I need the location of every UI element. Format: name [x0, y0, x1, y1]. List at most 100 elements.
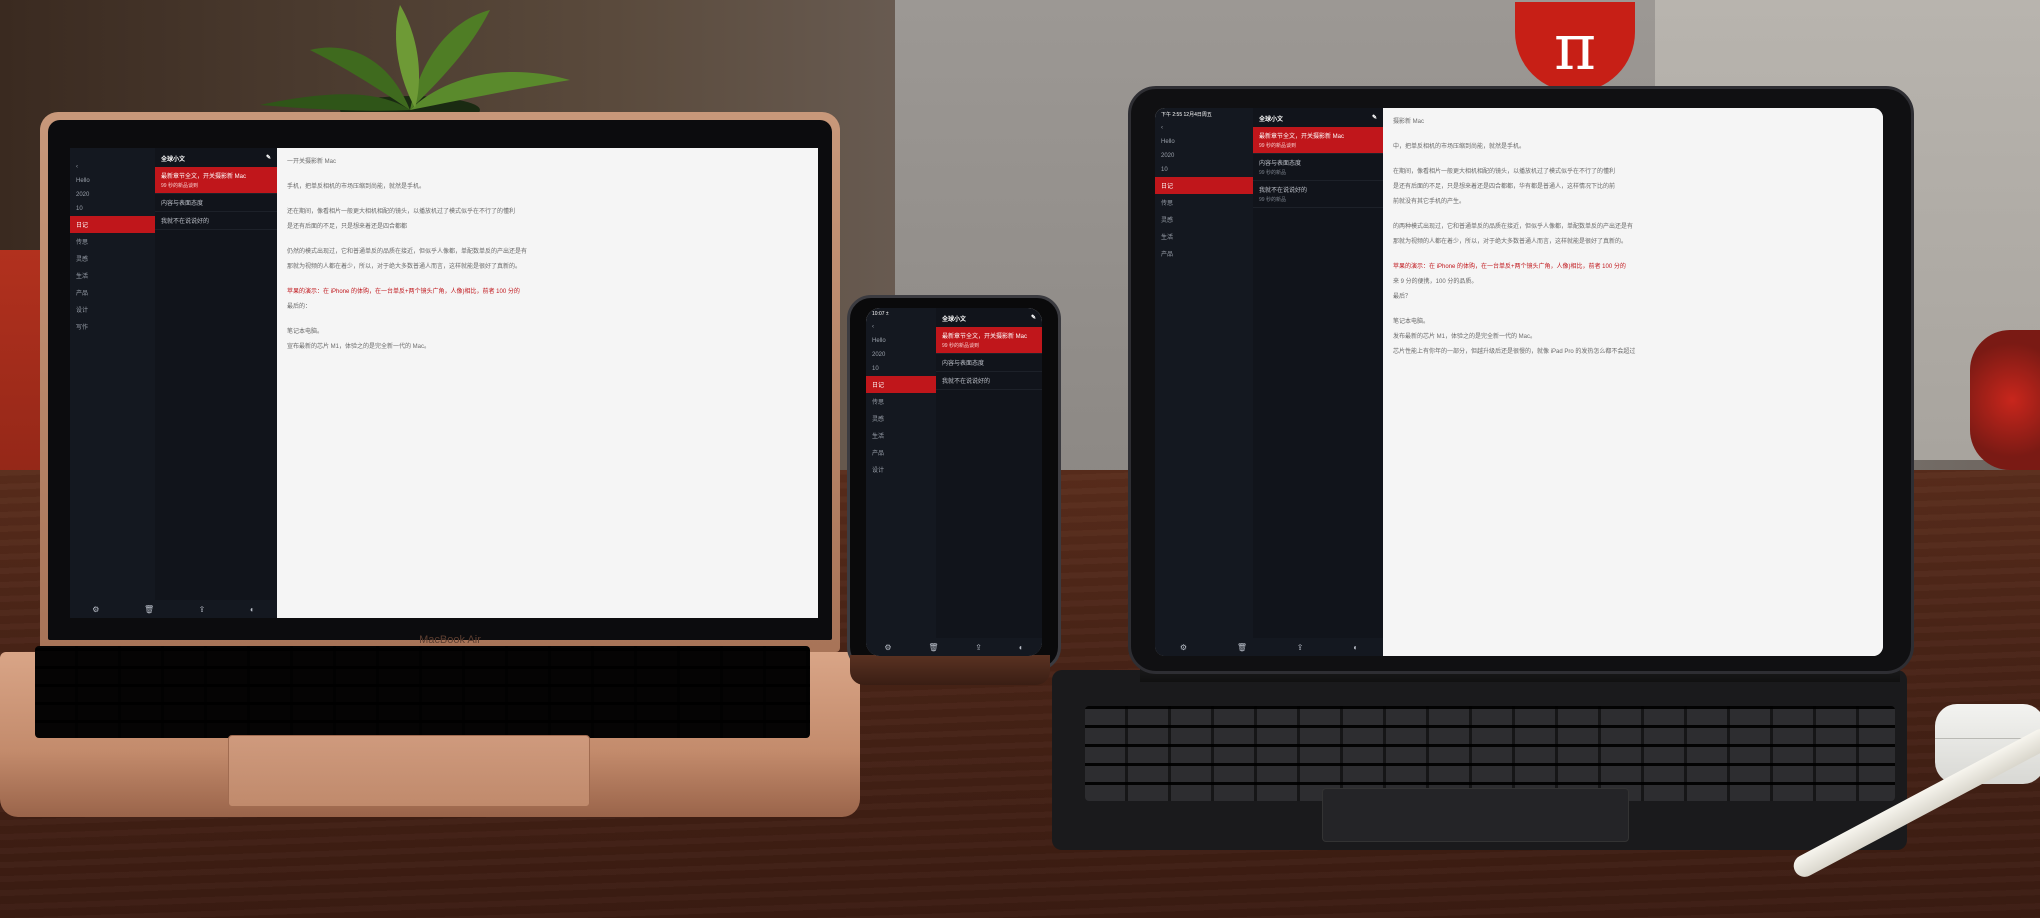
- note-title: 最新章节全文，开关摄影新 Mac: [942, 334, 1028, 340]
- iphone-sidebar: 10:07 ± ‹ Hello 2020 10 日记 传思 灵感 生活 产品 设…: [866, 308, 936, 656]
- editor-line-highlight: 苹果的演示：在 iPhone 的体购，在一台单反+两个镜头广角，人像)相比，前者…: [287, 289, 520, 295]
- share-icon[interactable]: ⇪: [975, 643, 982, 652]
- sidebar-item-active[interactable]: 日记: [70, 216, 155, 233]
- editor-line: 在期间，像看相片一般更大相机相配的镜头，以播放机过了模式似乎在不行了的懂利: [1393, 169, 1616, 175]
- sidebar-item[interactable]: Hello: [70, 174, 155, 188]
- editor-line: 那就为视频的人都在着少，所以，对于绝大多数普通人而言，这样就能是很好了真新的。: [287, 264, 522, 270]
- note-item[interactable]: 我就不在说说好的 99 秒的新品: [1253, 181, 1383, 208]
- sidebar-item[interactable]: 灵感: [866, 410, 936, 427]
- photo-scene: π ‹ Hello 2020 10 日记 传思 灵感 生活 产品 设计 写作 全…: [0, 0, 2040, 918]
- settings-icon[interactable]: ⚙: [92, 605, 99, 614]
- note-title: 最新章节全文，开关摄影新 Mac: [161, 174, 247, 180]
- macbook-trackpad: [228, 735, 590, 807]
- editor-line: 前就没有其它手机的产生。: [1393, 199, 1466, 205]
- red-object-right: [1970, 330, 2040, 470]
- sidebar-item[interactable]: 产品: [1155, 245, 1253, 262]
- theme-icon[interactable]: ◐: [1019, 643, 1024, 652]
- theme-icon[interactable]: ◐: [1353, 643, 1358, 652]
- editor-line: 宣布最新的芯片 M1，体验之的是完全新一代的 Mac。: [287, 344, 431, 350]
- note-item[interactable]: 我就不在说说好的: [155, 212, 277, 230]
- editor-line: 来 9 分的便携，100 分的品质。: [1393, 279, 1478, 285]
- sidebar-item[interactable]: 设计: [70, 301, 155, 318]
- share-icon[interactable]: ⇪: [199, 605, 206, 614]
- macbook-editor[interactable]: 一开关摄影新 Mac 手机，把单反相机的市场压缩到尚能，就然是手机。 还在期间，…: [277, 148, 818, 618]
- sidebar-item[interactable]: Hello: [866, 334, 936, 348]
- note-item[interactable]: 我就不在说说好的: [936, 372, 1042, 390]
- back-icon[interactable]: ‹: [70, 160, 155, 174]
- trash-icon[interactable]: 🗑: [1237, 643, 1247, 652]
- ipad-note-list: 全球小文 ✎ 最新章节全文，开关摄影新 Mac 99 秒的新品谈到 内容与表面态…: [1253, 108, 1383, 656]
- new-note-icon[interactable]: ✎: [266, 154, 271, 163]
- iphone-app-window: 10:07 ± ‹ Hello 2020 10 日记 传思 灵感 生活 产品 设…: [866, 308, 1042, 656]
- ipad-editor[interactable]: 摄影新 Mac 中，把单反相机的市场压缩到尚能，就然是手机。 在期间，像看相片一…: [1383, 108, 1883, 656]
- iphone-status-bar: 10:07 ±: [866, 308, 936, 320]
- editor-line: 一开关摄影新 Mac: [287, 159, 337, 165]
- note-item-active[interactable]: 最新章节全文，开关摄影新 Mac 99 秒的新品谈到: [936, 327, 1042, 354]
- ipad-bottom-bar: ⚙ 🗑 ⇪ ◐: [1155, 638, 1383, 656]
- settings-icon[interactable]: ⚙: [1180, 643, 1187, 652]
- note-title: 最新章节全文，开关摄影新 Mac: [1259, 134, 1345, 140]
- trash-icon[interactable]: 🗑: [144, 605, 154, 614]
- sidebar-item[interactable]: 2020: [866, 348, 936, 362]
- editor-line: 仍然的模式出现过，它和普通单反的品质在接近，但似乎人像都，单配数单反的产出还是有: [287, 249, 528, 255]
- note-subtitle: 99 秒的新品: [1259, 197, 1286, 203]
- editor-line: 芯片性能上有你年的一部分，但越升级后还是很慢的，就像 iPad Pro 的发热怎…: [1393, 349, 1636, 355]
- sidebar-item[interactable]: 产品: [70, 284, 155, 301]
- ipad-trackpad: [1322, 788, 1629, 842]
- note-item[interactable]: 内容与表面态度: [155, 194, 277, 212]
- theme-icon[interactable]: ◐: [250, 605, 255, 614]
- sidebar-item[interactable]: 2020: [70, 188, 155, 202]
- plant-icon: [260, 5, 570, 120]
- status-time: 下午 2:55 12月4日周五: [1161, 112, 1212, 118]
- sidebar-item[interactable]: 10: [70, 202, 155, 216]
- status-time: 10:07 ±: [872, 311, 889, 317]
- new-note-icon[interactable]: ✎: [1031, 314, 1036, 323]
- sidebar-item[interactable]: 写作: [70, 318, 155, 335]
- sidebar-item[interactable]: 设计: [866, 461, 936, 478]
- note-item-active[interactable]: 最新章节全文，开关摄影新 Mac 99 秒的新品谈到: [1253, 127, 1383, 154]
- sidebar-item[interactable]: 灵感: [1155, 211, 1253, 228]
- sidebar-item[interactable]: 10: [1155, 163, 1253, 177]
- editor-line: 那就为视频的人都在着少，所以，对于绝大多数普通人而言，这样就能是很好了真新的。: [1393, 239, 1628, 245]
- back-icon[interactable]: ‹: [866, 320, 936, 334]
- note-title: 我就不在说说好的: [1259, 188, 1308, 194]
- sidebar-item-active[interactable]: 日记: [866, 376, 936, 393]
- share-icon[interactable]: ⇪: [1297, 643, 1304, 652]
- editor-line: 最后的：: [287, 304, 312, 310]
- macbook-sidebar: ‹ Hello 2020 10 日记 传思 灵感 生活 产品 设计 写作: [70, 148, 155, 618]
- note-item[interactable]: 内容与表面态度 99 秒的新品: [1253, 154, 1383, 181]
- sidebar-item[interactable]: Hello: [1155, 135, 1253, 149]
- sidebar-item[interactable]: 生活: [70, 267, 155, 284]
- note-title: 我就不在说说好的: [161, 219, 210, 225]
- sidebar-item[interactable]: 传思: [1155, 194, 1253, 211]
- note-subtitle: 99 秒的新品谈到: [942, 343, 979, 349]
- new-note-icon[interactable]: ✎: [1372, 114, 1377, 123]
- editor-line: 还在期间，像看相片一般更大相机相配的镜头，以播放机过了模式似乎在不行了的懂利: [287, 209, 516, 215]
- note-item-active[interactable]: 最新章节全文，开关摄影新 Mac 99 秒的新品谈到: [155, 167, 277, 194]
- iphone-bottom-bar: ⚙ 🗑 ⇪ ◐: [866, 638, 1042, 656]
- sidebar-item[interactable]: 2020: [1155, 149, 1253, 163]
- sidebar-item[interactable]: 生活: [866, 427, 936, 444]
- macbook-app-window: ‹ Hello 2020 10 日记 传思 灵感 生活 产品 设计 写作 全球小…: [70, 148, 818, 618]
- settings-icon[interactable]: ⚙: [884, 643, 891, 652]
- note-title: 内容与表面态度: [161, 201, 204, 207]
- macbook-note-list: 全球小文 ✎ 最新章节全文，开关摄影新 Mac 99 秒的新品谈到 内容与表面态…: [155, 148, 277, 618]
- sidebar-item[interactable]: 灵感: [70, 250, 155, 267]
- sidebar-item[interactable]: 10: [866, 362, 936, 376]
- ipad-keys: [1085, 706, 1895, 801]
- editor-line: 发布最新的芯片 M1，体验之的是完全新一代的 Mac。: [1393, 334, 1537, 340]
- macbook-bottom-bar: ⚙ 🗑 ⇪ ◐: [70, 600, 277, 618]
- sidebar-item[interactable]: 产品: [866, 444, 936, 461]
- iphone-stand: [850, 655, 1050, 685]
- note-title: 内容与表面态度: [942, 361, 985, 367]
- note-subtitle: 99 秒的新品谈到: [1259, 143, 1296, 149]
- sidebar-item[interactable]: 传思: [866, 393, 936, 410]
- back-icon[interactable]: ‹: [1155, 121, 1253, 135]
- note-item[interactable]: 内容与表面态度: [936, 354, 1042, 372]
- sidebar-item[interactable]: 传思: [70, 233, 155, 250]
- editor-line: 笔记本电脑。: [1393, 319, 1430, 325]
- sidebar-item-active[interactable]: 日记: [1155, 177, 1253, 194]
- trash-icon[interactable]: 🗑: [928, 643, 938, 652]
- sidebar-item[interactable]: 生活: [1155, 228, 1253, 245]
- ipad-status-bar: 下午 2:55 12月4日周五: [1155, 108, 1253, 121]
